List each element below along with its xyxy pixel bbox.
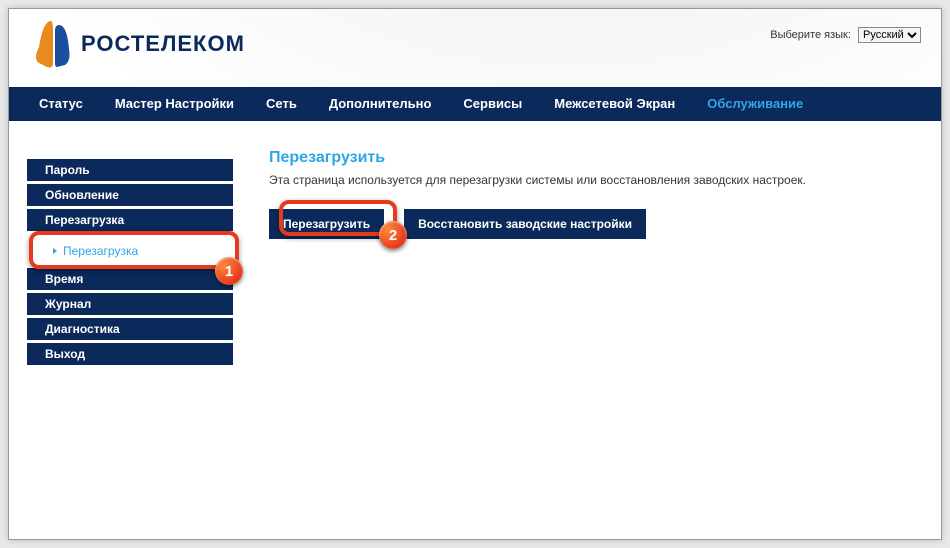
page-title: Перезагрузить xyxy=(269,149,917,167)
sidebar-item-log[interactable]: Журнал xyxy=(27,293,233,315)
sidebar-item-password[interactable]: Пароль xyxy=(27,159,233,181)
brand-text: РОСТЕЛЕКОМ xyxy=(81,31,245,57)
sidebar-subitem-label: Перезагрузка xyxy=(63,244,138,258)
nav-status[interactable]: Статус xyxy=(23,87,99,121)
sidebar-item-reboot[interactable]: Перезагрузка xyxy=(27,209,233,231)
nav-maintenance[interactable]: Обслуживание xyxy=(691,87,819,121)
rostelecom-logo-icon xyxy=(33,19,73,69)
nav-advanced[interactable]: Дополнительно xyxy=(313,87,448,121)
language-selector-area: Выберите язык: Русский xyxy=(770,27,921,43)
language-select[interactable]: Русский xyxy=(858,27,921,43)
nav-services[interactable]: Сервисы xyxy=(447,87,538,121)
sidebar-item-update[interactable]: Обновление xyxy=(27,184,233,206)
button-row: Перезагрузить Восстановить заводские нас… xyxy=(269,209,917,239)
nav-network[interactable]: Сеть xyxy=(250,87,313,121)
nav-firewall[interactable]: Межсетевой Экран xyxy=(538,87,691,121)
nav-wizard[interactable]: Мастер Настройки xyxy=(99,87,250,121)
sidebar-subitem-reboot[interactable]: Перезагрузка xyxy=(53,244,233,258)
sidebar-item-logout[interactable]: Выход xyxy=(27,343,233,365)
top-nav: Статус Мастер Настройки Сеть Дополнитель… xyxy=(9,87,941,121)
sidebar-subgroup: Перезагрузка xyxy=(27,234,233,268)
sidebar-item-diagnostic[interactable]: Диагностика xyxy=(27,318,233,340)
header: Выберите язык: Русский РОСТЕЛЕКОМ xyxy=(9,9,941,87)
language-label: Выберите язык: xyxy=(770,29,851,41)
page-description: Эта страница используется для перезагруз… xyxy=(269,173,917,187)
sidebar: Пароль Обновление Перезагрузка Перезагру… xyxy=(9,125,245,539)
restore-button[interactable]: Восстановить заводские настройки xyxy=(404,209,646,239)
sidebar-item-time[interactable]: Время xyxy=(27,268,233,290)
reboot-button[interactable]: Перезагрузить xyxy=(269,209,384,239)
content-area: Перезагрузить Эта страница используется … xyxy=(245,125,941,539)
